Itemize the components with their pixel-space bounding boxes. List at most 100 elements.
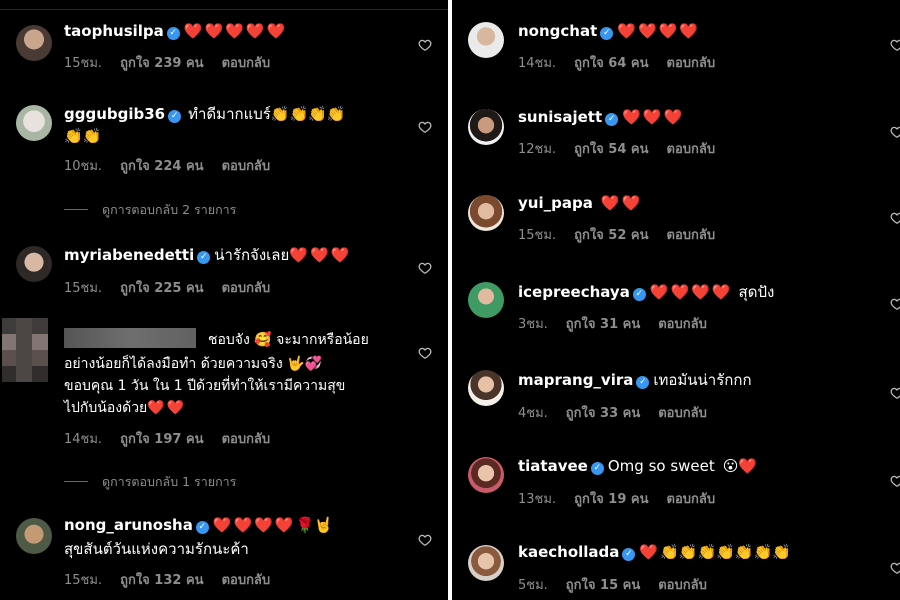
- timestamp: 15ชม.: [518, 228, 557, 243]
- avatar[interactable]: [16, 518, 52, 554]
- username[interactable]: tiatavee: [518, 457, 588, 475]
- timestamp: 12ชม.: [518, 142, 557, 157]
- verified-badge-icon: ✓: [636, 376, 650, 389]
- view-replies-button[interactable]: ดูการตอบกลับ 1 รายการ: [64, 472, 236, 492]
- username[interactable]: nong_arunosha: [64, 516, 193, 534]
- comment-emoji: 🌹🤘: [295, 516, 333, 534]
- reply-button[interactable]: ตอบกลับ: [667, 492, 716, 507]
- comment-emoji: ❤️❤️❤️: [622, 108, 685, 126]
- comment-text: เทอมันน่ารักกก: [653, 371, 752, 389]
- comment-emoji: ❤️❤️: [600, 194, 643, 212]
- avatar[interactable]: [468, 282, 504, 318]
- avatar[interactable]: [468, 457, 504, 493]
- heart-outline-icon[interactable]: [890, 37, 900, 52]
- timestamp: 5ชม.: [518, 578, 548, 593]
- timestamp: 14ชม.: [518, 56, 557, 71]
- username[interactable]: maprang_vira: [518, 371, 633, 389]
- username[interactable]: nongchat: [518, 22, 597, 40]
- reply-button[interactable]: ตอบกลับ: [667, 56, 716, 71]
- likes-count[interactable]: ถูกใจ 197 คน: [120, 432, 203, 447]
- likes-count[interactable]: ถูกใจ 64 คน: [574, 56, 648, 71]
- comment-text: ไปกับน้องด้วย: [64, 400, 148, 416]
- heart-outline-icon[interactable]: [418, 260, 432, 275]
- divider-line: [0, 9, 448, 10]
- verified-badge-icon: ✓: [632, 288, 646, 301]
- verified-badge-icon: ✓: [168, 110, 182, 123]
- avatar[interactable]: [16, 25, 52, 61]
- comment-text: ขอบคุณ 1 วัน ใน 1 ปีด้วยที่ทำให้เรามีควา…: [64, 378, 346, 394]
- comments-panel-left: taophusilpa ✓ ❤️❤️❤️❤️❤️ 15ชม. ถูกใจ 239 คน…: [0, 0, 448, 600]
- heart-outline-icon[interactable]: [418, 345, 432, 360]
- verified-badge-icon: ✓: [605, 113, 619, 126]
- username[interactable]: yui_papa: [518, 194, 593, 212]
- view-replies-button[interactable]: ดูการตอบกลับ 2 รายการ: [64, 200, 236, 220]
- username[interactable]: sunisajett: [518, 108, 602, 126]
- reply-button[interactable]: ตอบกลับ: [667, 228, 716, 243]
- reply-button[interactable]: ตอบกลับ: [658, 317, 707, 332]
- avatar[interactable]: [468, 109, 504, 145]
- view-replies-label: ดูการตอบกลับ 2 รายการ: [102, 202, 237, 217]
- username[interactable]: gggubgib36: [64, 105, 165, 123]
- avatar[interactable]: [468, 22, 504, 58]
- reply-button[interactable]: ตอบกลับ: [222, 159, 271, 174]
- likes-count[interactable]: ถูกใจ 31 คน: [566, 317, 640, 332]
- avatar[interactable]: [2, 318, 48, 382]
- timestamp: 15ชม.: [64, 573, 103, 588]
- avatar[interactable]: [16, 246, 52, 282]
- heart-outline-icon[interactable]: [418, 532, 432, 547]
- username[interactable]: myriabenedetti: [64, 246, 194, 264]
- reply-button[interactable]: ตอบกลับ: [222, 281, 271, 296]
- timestamp: 4ชม.: [518, 406, 548, 421]
- likes-count[interactable]: ถูกใจ 52 คน: [574, 228, 648, 243]
- timestamp: 3ชม.: [518, 317, 548, 332]
- likes-count[interactable]: ถูกใจ 19 คน: [574, 492, 648, 507]
- username[interactable]: [64, 328, 196, 348]
- comment-emoji: ❤️: [738, 457, 760, 475]
- verified-badge-icon: ✓: [197, 251, 211, 264]
- verified-badge-icon: ✓: [600, 27, 614, 40]
- avatar[interactable]: [468, 545, 504, 581]
- likes-count[interactable]: ถูกใจ 15 คน: [566, 578, 640, 593]
- likes-count[interactable]: ถูกใจ 33 คน: [566, 406, 640, 421]
- reply-button[interactable]: ตอบกลับ: [658, 578, 707, 593]
- avatar[interactable]: [468, 370, 504, 406]
- comments-panel-right: nongchat ✓ ❤️❤️❤️❤️ 14ชม. ถูกใจ 64 คน ตอบกลั…: [452, 0, 900, 600]
- reply-button[interactable]: ตอบกลับ: [222, 573, 271, 588]
- heart-outline-icon[interactable]: [890, 473, 900, 488]
- reply-button[interactable]: ตอบกลับ: [222, 56, 271, 71]
- comment-emoji: ❤️❤️❤️❤️: [212, 516, 296, 534]
- reply-button[interactable]: ตอบกลับ: [667, 142, 716, 157]
- comment-emoji: 👏👏: [64, 127, 102, 145]
- username[interactable]: taophusilpa: [64, 22, 164, 40]
- timestamp: 10ชม.: [64, 159, 103, 174]
- timestamp: 13ชม.: [518, 492, 557, 507]
- avatar[interactable]: [16, 105, 52, 141]
- comment-emoji: ❤️❤️❤️: [289, 246, 352, 264]
- timestamp: 14ชม.: [64, 432, 103, 447]
- verified-badge-icon: ✓: [195, 521, 209, 534]
- heart-outline-icon[interactable]: [890, 560, 900, 575]
- timestamp: 15ชม.: [64, 56, 103, 71]
- likes-count[interactable]: ถูกใจ 224 คน: [120, 159, 203, 174]
- verified-badge-icon: ✓: [622, 548, 636, 561]
- heart-outline-icon[interactable]: [890, 385, 900, 400]
- username[interactable]: kaechollada: [518, 543, 619, 561]
- likes-count[interactable]: ถูกใจ 132 คน: [120, 573, 203, 588]
- heart-outline-icon[interactable]: [418, 37, 432, 52]
- comment-emoji: ❤️❤️❤️❤️: [649, 283, 733, 301]
- heart-outline-icon[interactable]: [890, 210, 900, 225]
- likes-count[interactable]: ถูกใจ 225 คน: [120, 281, 203, 296]
- comment-text: สุดปัง: [738, 283, 775, 301]
- comment-emoji: ❤️: [639, 543, 661, 561]
- comment-emoji: 😮: [722, 457, 739, 475]
- username[interactable]: icepreechaya: [518, 283, 630, 301]
- reply-button[interactable]: ตอบกลับ: [222, 432, 271, 447]
- avatar[interactable]: [468, 195, 504, 231]
- heart-outline-icon[interactable]: [418, 119, 432, 134]
- likes-count[interactable]: ถูกใจ 239 คน: [120, 56, 203, 71]
- heart-outline-icon[interactable]: [890, 124, 900, 139]
- likes-count[interactable]: ถูกใจ 54 คน: [574, 142, 648, 157]
- reply-button[interactable]: ตอบกลับ: [658, 406, 707, 421]
- heart-outline-icon[interactable]: [890, 296, 900, 311]
- view-replies-label: ดูการตอบกลับ 1 รายการ: [102, 474, 237, 489]
